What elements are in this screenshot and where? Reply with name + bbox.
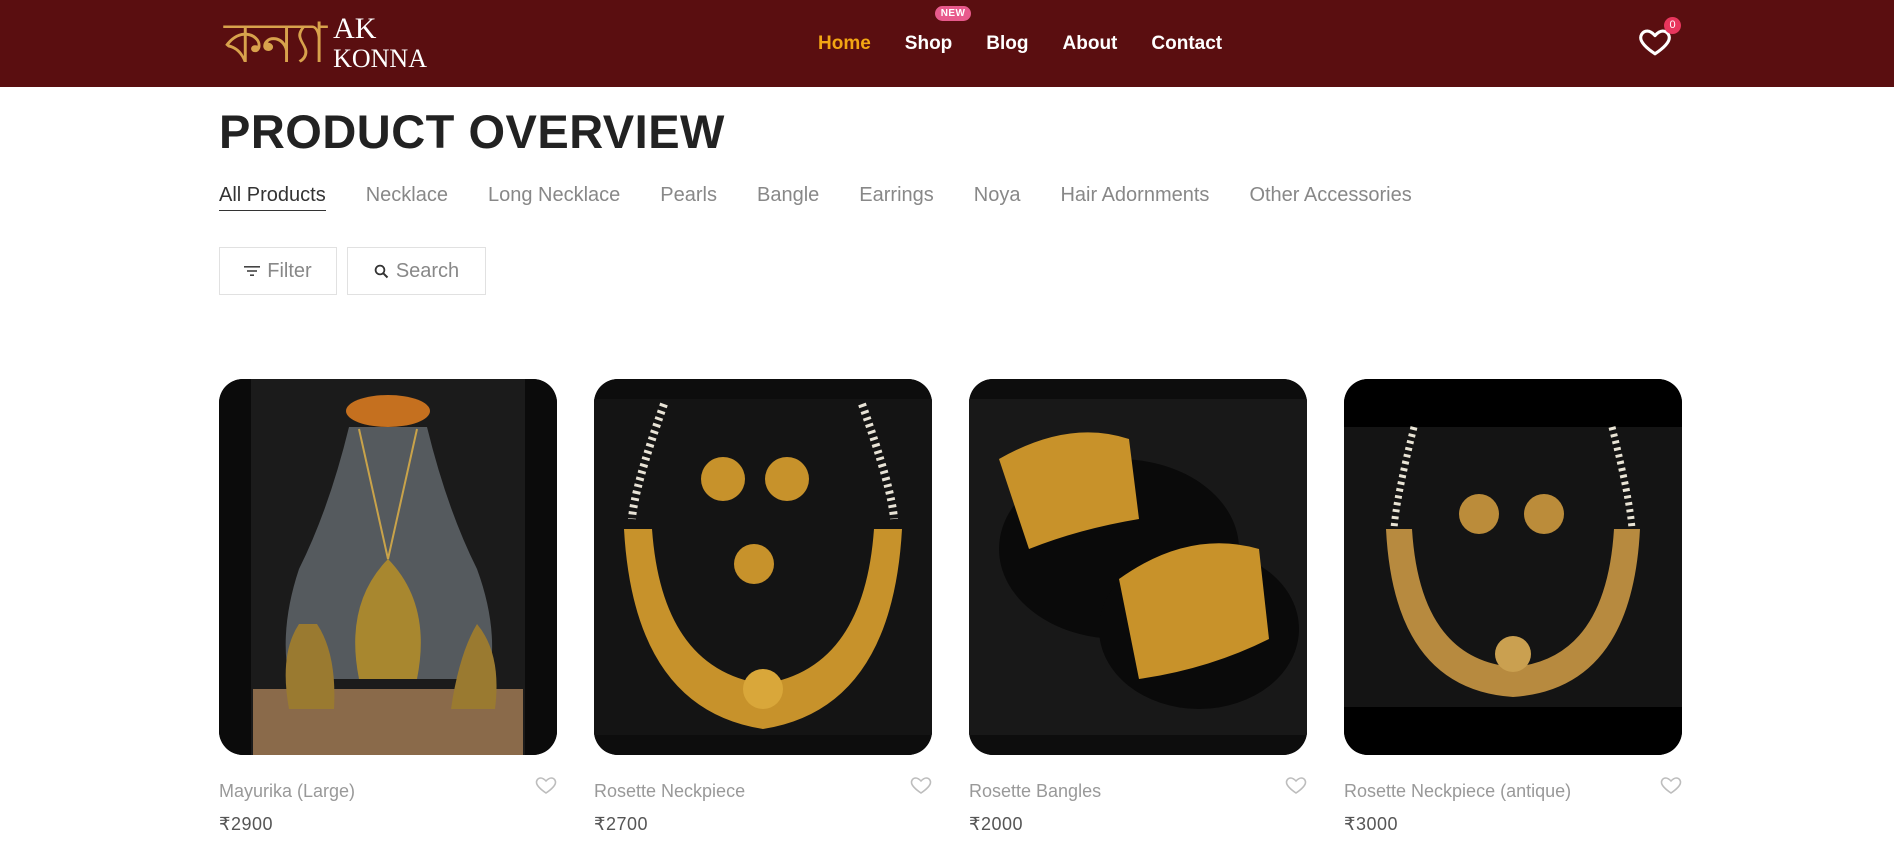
product-image-rosette-neckpiece-antique — [1344, 379, 1682, 755]
main-nav: Home Shop NEW Blog About Contact — [818, 0, 1256, 87]
product-card[interactable]: Mayurika (Large) ₹2900 — [219, 379, 557, 834]
product-name[interactable]: Rosette Bangles — [969, 781, 1101, 802]
product-image-rosette-neckpiece — [594, 379, 932, 755]
tab-pearls[interactable]: Pearls — [660, 184, 717, 211]
category-tabs: All Products Necklace Long Necklace Pear… — [219, 184, 1452, 211]
nav-about[interactable]: About — [1063, 33, 1118, 55]
tab-bangle[interactable]: Bangle — [757, 184, 819, 211]
product-card[interactable]: Rosette Neckpiece (antique) ₹3000 — [1344, 379, 1682, 834]
product-image[interactable] — [969, 379, 1307, 755]
product-price: ₹2900 — [219, 814, 273, 834]
filter-label: Filter — [267, 259, 312, 282]
nav-shop[interactable]: Shop NEW — [904, 5, 972, 55]
brand-logo[interactable]: কন্যা AK KONNA — [224, 6, 427, 82]
product-card[interactable]: Rosette Neckpiece ₹2700 — [594, 379, 932, 834]
top-navbar: কন্যা AK KONNA Home Shop NEW Blog About … — [0, 0, 1894, 87]
wishlist-heart-icon[interactable] — [1658, 773, 1684, 797]
filter-button[interactable]: Filter — [219, 247, 337, 295]
product-image-rosette-bangles — [969, 379, 1307, 755]
page-title: PRODUCT OVERVIEW — [219, 105, 725, 158]
product-image[interactable] — [594, 379, 932, 755]
brand-wordmark: AK KONNA — [333, 14, 427, 74]
tab-long-necklace[interactable]: Long Necklace — [488, 184, 620, 211]
brand-script: কন্যা — [224, 11, 327, 76]
product-name[interactable]: Rosette Neckpiece — [594, 781, 745, 802]
product-image[interactable] — [219, 379, 557, 755]
wishlist-heart-icon[interactable] — [1283, 773, 1309, 797]
tab-all-products[interactable]: All Products — [219, 184, 326, 211]
product-card[interactable]: Rosette Bangles ₹2000 — [969, 379, 1307, 834]
search-label: Search — [395, 259, 460, 282]
search-button[interactable]: Search — [347, 247, 486, 295]
product-price: ₹2000 — [969, 814, 1023, 834]
nav-contact[interactable]: Contact — [1151, 33, 1222, 55]
wishlist-heart-icon[interactable] — [533, 773, 559, 797]
tab-noya[interactable]: Noya — [974, 184, 1021, 211]
search-icon — [374, 264, 389, 278]
wishlist-heart-icon[interactable] — [908, 773, 934, 797]
nav-home[interactable]: Home — [818, 33, 871, 55]
product-name[interactable]: Rosette Neckpiece (antique) — [1344, 781, 1571, 802]
product-name[interactable]: Mayurika (Large) — [219, 781, 355, 802]
brand-line-2: KONNA — [333, 44, 427, 73]
nav-shop-label: Shop — [904, 32, 953, 54]
nav-blog[interactable]: Blog — [986, 33, 1028, 55]
product-image-mayurika — [219, 379, 557, 755]
product-price: ₹3000 — [1344, 814, 1398, 834]
product-price: ₹2700 — [594, 814, 648, 834]
tab-necklace[interactable]: Necklace — [366, 184, 448, 211]
tab-other-accessories[interactable]: Other Accessories — [1249, 184, 1411, 211]
new-badge: NEW — [934, 5, 972, 21]
filter-icon — [244, 266, 261, 276]
product-image[interactable] — [1344, 379, 1682, 755]
wishlist-count-badge: 0 — [1664, 17, 1681, 34]
brand-line-1: AK — [333, 12, 377, 45]
tab-hair-adornments[interactable]: Hair Adornments — [1060, 184, 1209, 211]
tab-earrings[interactable]: Earrings — [859, 184, 933, 211]
